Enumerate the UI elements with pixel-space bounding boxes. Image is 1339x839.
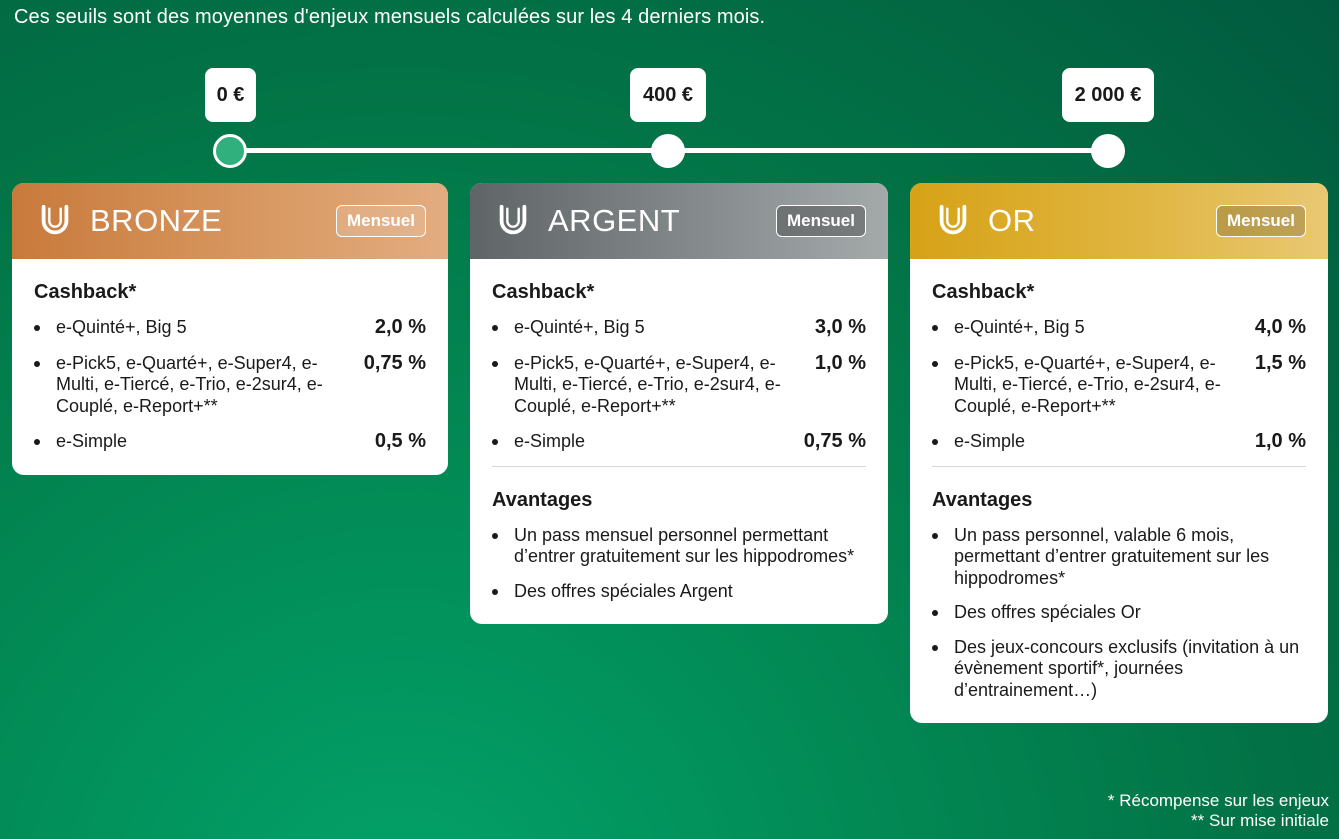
cashback-value: 1,5 %: [1254, 351, 1306, 374]
cashback-list: e-Quinté+, Big 5 4,0 % e-Pick5, e-Quarté…: [932, 316, 1306, 453]
cashback-title: Cashback*: [932, 281, 1035, 303]
period-badge: Mensuel: [335, 205, 426, 237]
horseshoe-icon: [939, 204, 967, 235]
advantage-text: Des jeux-concours exclusifs (invitation …: [954, 636, 1300, 700]
tier-header: BRONZE Mensuel: [12, 183, 448, 259]
cashback-item: e-Quinté+, Big 5 4,0 %: [932, 316, 1306, 339]
cashback-label: e-Quinté+, Big 5: [514, 317, 645, 337]
tier-card-argent: ARGENT Mensuel Cashback* e-Quinté+, Big …: [470, 183, 888, 624]
advantage-item: Des offres spéciales Argent: [492, 581, 866, 603]
cashback-value: 2,0 %: [374, 316, 426, 338]
cashback-item: e-Simple 0,75 %: [492, 430, 866, 453]
cashback-title: Cashback*: [492, 281, 595, 303]
cashback-value: 4,0 %: [1254, 316, 1306, 338]
cashback-label: e-Simple: [514, 431, 586, 451]
cashback-item: e-Pick5, e-Quarté+, e-Super4, e-Multi, e…: [492, 351, 866, 418]
period-badge: Mensuel: [1215, 205, 1306, 237]
cashback-value: 1,0 %: [1254, 430, 1306, 452]
slider-knob-or[interactable]: [1091, 134, 1125, 168]
horseshoe-icon: [499, 204, 527, 235]
advantage-item: Un pass personnel, valable 6 mois, perme…: [932, 525, 1306, 590]
bullet: [932, 532, 938, 539]
threshold-label-or: 2 000 €: [1062, 68, 1154, 122]
cashback-value: 0,5 %: [374, 430, 426, 452]
advantages-title: Avantages: [932, 488, 1033, 511]
cashback-title: Cashback*: [34, 281, 137, 303]
advantage-text: Un pass mensuel personnel permettant d’e…: [514, 524, 855, 567]
advantage-text: Des offres spéciales Argent: [514, 580, 733, 601]
tier-header: ARGENT Mensuel: [470, 183, 888, 259]
bullet: [34, 439, 40, 445]
bullet: [932, 610, 938, 616]
cashback-item: e-Pick5, e-Quarté+, e-Super4, e-Multi, e…: [34, 351, 426, 418]
bullet: [492, 325, 498, 331]
bullet: [34, 360, 40, 367]
advantage-item: Des jeux-concours exclusifs (invitation …: [932, 637, 1306, 702]
threshold-label-argent: 400 €: [630, 68, 706, 122]
cashback-item: e-Simple 1,0 %: [932, 430, 1306, 453]
tier-header: OR Mensuel: [910, 183, 1328, 259]
advantages-list: Un pass mensuel personnel permettant d’e…: [492, 525, 866, 603]
bullet: [492, 360, 498, 367]
footnotes: * Récompense sur les enjeux ** Sur mise …: [1108, 791, 1329, 831]
horseshoe-icon: [41, 204, 69, 235]
cashback-value: 0,75 %: [363, 351, 426, 374]
tier-name: BRONZE: [90, 203, 223, 238]
advantages-list: Un pass personnel, valable 6 mois, perme…: [932, 525, 1306, 702]
intro-text: Ces seuils sont des moyennes d'enjeux me…: [14, 6, 766, 28]
cashback-item: e-Pick5, e-Quarté+, e-Super4, e-Multi, e…: [932, 351, 1306, 418]
cashback-label: e-Pick5, e-Quarté+, e-Super4, e-Multi, e…: [514, 352, 781, 416]
advantage-text: Des offres spéciales Or: [954, 602, 1141, 622]
cashback-item: e-Simple 0,5 %: [34, 430, 426, 453]
bullet: [932, 439, 938, 445]
footnote-rewards: * Récompense sur les enjeux: [1107, 791, 1329, 810]
advantage-item: Un pass mensuel personnel permettant d’e…: [492, 525, 866, 568]
tier-card-or: OR Mensuel Cashback* e-Quinté+, Big 5 4,…: [910, 183, 1328, 723]
cashback-label: e-Pick5, e-Quarté+, e-Super4, e-Multi, e…: [954, 352, 1221, 416]
cashback-list: e-Quinté+, Big 5 2,0 % e-Pick5, e-Quarté…: [34, 316, 426, 453]
bullet: [932, 325, 938, 331]
cashback-value: 3,0 %: [814, 316, 866, 338]
slider-knob-argent[interactable]: [651, 134, 685, 168]
divider: [492, 465, 866, 467]
cashback-list: e-Quinté+, Big 5 3,0 % e-Pick5, e-Quarté…: [492, 316, 866, 453]
cashback-value: 1,0 %: [814, 351, 866, 374]
bullet: [34, 325, 40, 331]
threshold-label-bronze: 0 €: [205, 68, 256, 122]
footnote-initial-stake: ** Sur mise initiale: [1191, 811, 1329, 830]
bullet: [492, 439, 498, 445]
tier-name: OR: [988, 203, 1036, 238]
tier-card-bronze: BRONZE Mensuel Cashback* e-Quinté+, Big …: [12, 183, 448, 475]
advantages-title: Avantages: [492, 488, 593, 511]
bullet: [932, 644, 938, 651]
divider: [932, 465, 1306, 467]
cashback-value: 0,75 %: [803, 430, 866, 452]
cashback-item: e-Quinté+, Big 5 3,0 %: [492, 316, 866, 339]
bullet: [492, 588, 498, 595]
slider-knob-bronze[interactable]: [213, 134, 247, 168]
cashback-label: e-Quinté+, Big 5: [56, 317, 187, 337]
advantage-item: Des offres spéciales Or: [932, 602, 1306, 624]
bullet: [492, 532, 498, 539]
period-badge: Mensuel: [775, 205, 866, 237]
tier-name: ARGENT: [548, 203, 681, 238]
advantage-text: Un pass personnel, valable 6 mois, perme…: [954, 524, 1270, 588]
bullet: [932, 360, 938, 367]
cashback-label: e-Simple: [56, 431, 128, 451]
cashback-label: e-Simple: [954, 431, 1026, 451]
cashback-label: e-Pick5, e-Quarté+, e-Super4, e-Multi, e…: [56, 352, 323, 416]
cashback-item: e-Quinté+, Big 5 2,0 %: [34, 316, 426, 339]
cashback-label: e-Quinté+, Big 5: [954, 317, 1085, 337]
